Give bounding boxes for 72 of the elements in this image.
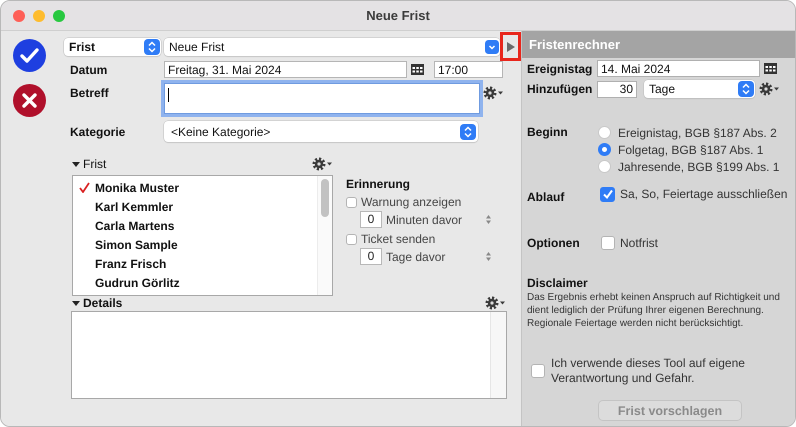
title-combo[interactable]: Neue Frist xyxy=(164,38,500,56)
checkmark-icon xyxy=(600,187,614,201)
settings-icon[interactable] xyxy=(485,296,505,310)
date-field[interactable]: 14. Mai 2024 xyxy=(597,60,760,77)
checkbox[interactable] xyxy=(531,364,545,378)
list-item[interactable]: Franz Frisch xyxy=(73,254,317,273)
popup-value: Tage xyxy=(649,82,676,96)
category-popup[interactable]: <Keine Kategorie> xyxy=(164,121,478,142)
settings-icon[interactable] xyxy=(483,86,503,100)
list-item[interactable]: Gudrun Görlitz xyxy=(73,273,317,292)
list-item[interactable]: Monika Muster xyxy=(73,178,317,197)
disclosure-triangle-icon xyxy=(72,160,80,168)
radio-option[interactable]: Ereignistag, BGB §187 Abs. 2 xyxy=(598,124,780,141)
settings-icon[interactable] xyxy=(759,82,779,96)
radio-option[interactable]: Jahresende, BGB §199 Abs. 1 xyxy=(598,158,780,175)
number-field[interactable]: 0 xyxy=(360,211,382,228)
disclosure-toggle[interactable]: Details xyxy=(72,296,122,310)
combo-value: Neue Frist xyxy=(169,40,224,54)
field-label: Kategorie xyxy=(69,124,126,138)
cancel-icon[interactable] xyxy=(13,84,46,117)
disclosure-triangle-icon xyxy=(72,299,80,307)
disclaimer-text: Das Ergebnis erhebt keinen Anspruch auf Richtigkeit und dient lediglich der Prüfung Ihrer eigenen Berechnung. Regionale Feiertage werden nicht berücksichtigt. xyxy=(527,291,781,330)
type-popup[interactable]: Frist xyxy=(64,38,161,56)
checkbox[interactable] xyxy=(600,186,615,202)
checkbox-label: Notfrist xyxy=(620,236,658,250)
field-label: Datum xyxy=(69,62,108,76)
field-label: Ablauf xyxy=(527,189,566,204)
list-item[interactable]: Carla Martens xyxy=(73,216,317,235)
zoom-icon[interactable] xyxy=(53,10,65,22)
date-field[interactable]: Freitag, 31. Mai 2024 xyxy=(164,61,407,78)
section-title: Erinnerung xyxy=(346,177,412,191)
field-label: Beginn xyxy=(527,124,569,139)
section-title: Disclaimer xyxy=(527,276,589,290)
close-icon[interactable] xyxy=(13,10,25,22)
popup-arrows-icon xyxy=(144,39,160,55)
unit-popup[interactable]: Tage xyxy=(644,80,755,98)
checkbox[interactable] xyxy=(346,196,357,208)
option-label: Ticket senden xyxy=(361,232,436,246)
field-label: Hinzufügen xyxy=(527,82,594,96)
dropdown-icon xyxy=(485,40,499,54)
calendar-icon[interactable] xyxy=(411,64,424,75)
field-label: Ereignistag xyxy=(527,62,594,76)
popup-value: Frist xyxy=(69,40,96,54)
list-item[interactable]: Simon Sample xyxy=(73,235,317,254)
popup-value: <Keine Kategorie> xyxy=(171,124,270,138)
popup-arrows-icon xyxy=(460,124,476,140)
unit-label: Minuten davor xyxy=(386,212,464,226)
panel-title: Fristenrechner xyxy=(529,37,620,52)
unit-label: Tage davor xyxy=(386,250,446,264)
scrollbar[interactable] xyxy=(321,179,329,217)
confirm-icon[interactable] xyxy=(13,39,46,72)
stepper-icon[interactable] xyxy=(486,215,491,224)
number-field[interactable]: 0 xyxy=(360,248,382,265)
time-field[interactable]: 17:00 xyxy=(434,61,503,78)
checkbox[interactable] xyxy=(346,234,357,244)
radio-option[interactable]: Folgetag, BGB §187 Abs. 1 xyxy=(598,141,780,158)
settings-icon[interactable] xyxy=(312,157,332,171)
checkbox-label: Ich verwende dieses Tool auf eigene Verantwortung und Gefahr. xyxy=(551,356,746,386)
disclosure-toggle[interactable]: Frist xyxy=(72,157,106,171)
checkbox-label: Sa, So, Feiertage ausschließen xyxy=(620,187,788,201)
list-item[interactable]: Karl Kemmler xyxy=(73,197,317,216)
subject-field[interactable] xyxy=(164,83,480,114)
popup-arrows-icon xyxy=(738,81,754,97)
option-label: Warnung anzeigen xyxy=(361,195,462,209)
field-label: Betreff xyxy=(69,85,110,100)
calendar-icon[interactable] xyxy=(764,63,777,74)
field-label: Optionen xyxy=(527,236,581,250)
checkbox[interactable] xyxy=(601,236,615,250)
play-icon xyxy=(506,42,515,52)
stepper-icon[interactable] xyxy=(486,252,491,261)
window-title: Neue Frist xyxy=(366,8,430,23)
number-field[interactable]: 30 xyxy=(597,80,637,98)
